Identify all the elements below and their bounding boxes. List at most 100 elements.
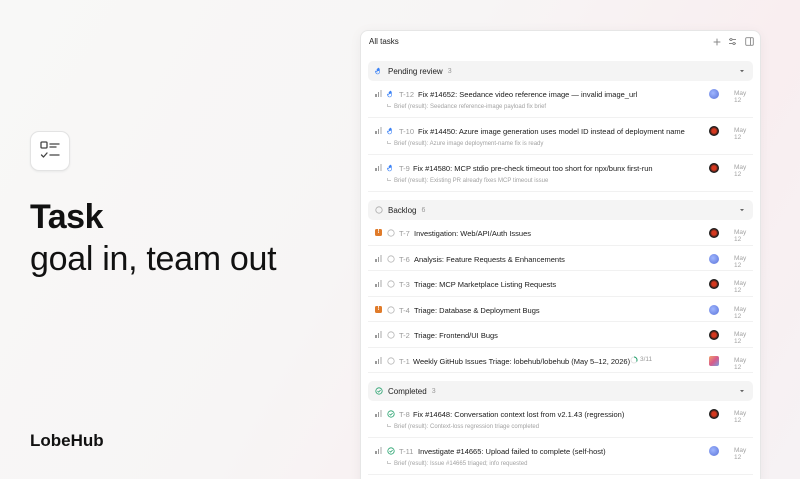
task-title: Investigate #14665: Upload failed to com… [418,447,606,456]
task-row[interactable]: T-12 Fix #14652: Seedance video referenc… [368,81,753,118]
priority-medium-icon [375,410,382,417]
task-id: T-7 [399,229,410,238]
task-id: T-11 [399,447,414,456]
task-title: Fix #14652: Seedance video reference ima… [418,90,638,99]
task-title: Fix #14450: Azure image generation uses … [418,127,685,136]
task-brief: Brief (result): Seedance reference-image… [387,104,546,110]
add-task-button[interactable] [711,36,722,47]
task-id: T-1 [399,356,410,366]
check-circle-icon [387,410,395,418]
task-row[interactable]: T-10 Fix #14450: Azure image generation … [368,118,753,155]
task-date: May 12 [734,127,747,141]
task-date: May 12 [734,447,747,461]
priority-medium-icon [375,164,382,171]
avatar [709,355,719,366]
chevron-down-icon[interactable] [739,388,745,394]
chevron-down-icon[interactable] [739,68,745,74]
task-title: Fix #14580: MCP stdio pre-check timeout … [413,164,653,173]
priority-urgent-icon: ! [375,229,382,236]
task-row[interactable]: T-9 Fix #14580: MCP stdio pre-check time… [368,155,753,192]
task-brief: Brief (result): Issue #14665 triaged; in… [387,461,527,467]
task-id: T-12 [399,90,415,99]
priority-medium-icon [375,331,382,338]
task-date: May 12 [734,90,747,104]
pending-review-icon [387,90,392,98]
backlog-circle-icon [387,305,395,314]
group-backlog[interactable]: Backlog 6 [368,200,753,220]
group-pending-review[interactable]: Pending review 3 [368,61,753,81]
group-label: Pending review [388,66,443,76]
avatar [709,330,719,340]
priority-medium-icon [375,254,382,262]
hero-title: Task [30,198,103,236]
pending-review-icon [387,127,392,135]
avatar [709,279,719,289]
avatar [709,89,719,99]
task-row[interactable]: T-2 Triage: Frontend/UI Bugs May 12 [368,322,753,348]
panel-toggle-icon [745,37,754,46]
task-row[interactable]: T-11 Investigate #14665: Upload failed t… [368,438,753,475]
task-title: Analysis: Feature Requests & Enhancement… [414,254,565,264]
task-id: T-10 [399,127,415,136]
plus-icon [713,38,720,45]
avatar [709,304,719,315]
task-title: Investigation: Web/API/Auth Issues [414,229,532,238]
toggle-panel-button[interactable] [744,36,755,47]
avatar [709,409,719,419]
backlog-circle-icon [387,331,395,339]
panel-header: All tasks [361,31,760,53]
backlog-circle-icon [387,280,395,288]
task-date: May 12 [734,254,747,269]
check-circle-icon [375,387,383,395]
task-date: May 12 [734,356,747,371]
group-completed[interactable]: Completed 3 [368,381,753,401]
backlog-circle-icon [387,254,395,263]
task-row[interactable]: ! T-7 Investigation: Web/API/Auth Issues… [368,220,753,246]
avatar [709,126,719,136]
backlog-circle-icon [375,206,383,214]
task-row[interactable]: ! T-4 Triage: Database & Deployment Bugs… [368,297,753,322]
progress-ring-icon [630,356,638,363]
task-title: Triage: MCP Marketplace Listing Requests [414,280,557,289]
priority-urgent-icon: ! [375,305,382,313]
task-row[interactable]: T-8 Fix #14648: Conversation context los… [368,401,753,438]
filter-icon [729,37,736,46]
priority-medium-icon [375,280,382,287]
avatar [709,163,719,173]
backlog-circle-icon [387,229,395,237]
task-row[interactable]: T-3 Triage: MCP Marketplace Listing Requ… [368,271,753,297]
task-id: T-8 [399,410,410,419]
task-date: May 12 [734,410,747,424]
avatar [709,253,719,264]
priority-medium-icon [375,90,382,97]
subtask-progress: 3/11 [630,356,652,364]
panel-title: All tasks [369,37,399,46]
task-date: May 12 [734,331,747,345]
chevron-down-icon[interactable] [739,207,745,213]
task-brief: Brief (result): Existing PR already fixe… [387,178,548,184]
task-title: Triage: Frontend/UI Bugs [414,331,498,340]
task-date: May 12 [734,164,747,178]
task-date: May 12 [734,305,747,320]
filter-button[interactable] [727,36,738,47]
task-brief: Brief (result): Context-loss regression … [387,424,539,430]
priority-medium-icon [375,127,382,134]
group-label: Backlog [388,205,417,215]
task-row[interactable]: T-6 Analysis: Feature Requests & Enhance… [368,246,753,271]
check-circle-icon [387,447,395,455]
task-id: T-6 [399,254,410,264]
task-id: T-4 [399,305,410,315]
task-id: T-2 [399,331,410,340]
avatar [709,228,719,238]
pending-review-icon [387,164,392,172]
checklist-icon [40,141,60,158]
task-title: Triage: Database & Deployment Bugs [414,305,540,315]
task-id: T-9 [399,164,410,173]
task-row[interactable]: T-1 Weekly GitHub Issues Triage: lobehub… [368,348,753,373]
task-title: Fix #14648: Conversation context lost fr… [413,410,625,419]
backlog-circle-icon [387,356,395,365]
group-count: 3 [447,67,452,75]
task-brief: Brief (result): Azure image deployment-n… [387,141,543,147]
hand-icon [375,67,380,75]
group-label: Completed [388,386,427,396]
